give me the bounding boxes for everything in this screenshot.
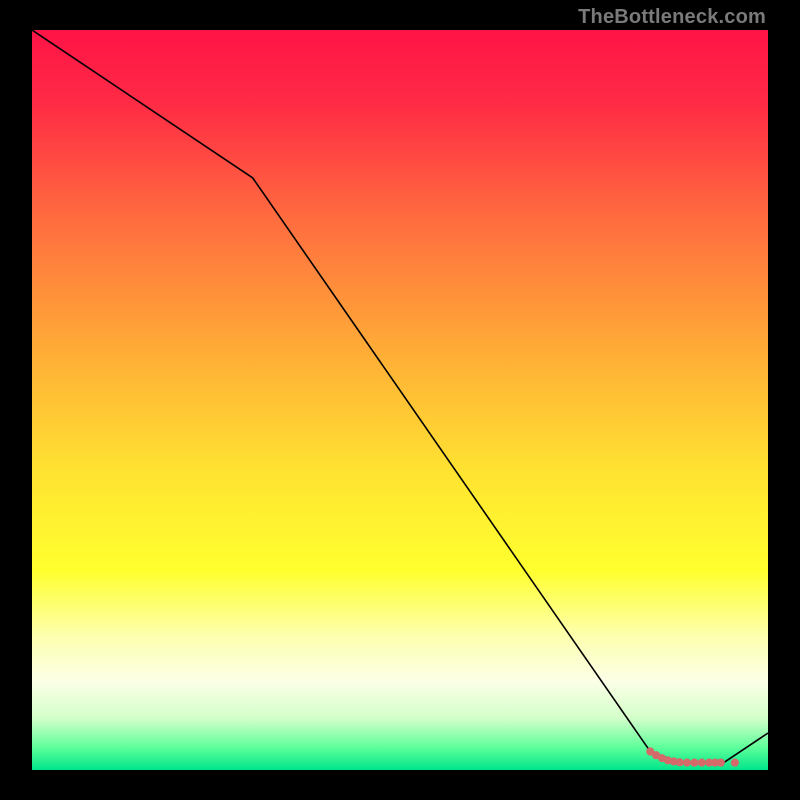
marker-dot	[676, 758, 684, 766]
marker-dot	[690, 759, 698, 767]
attribution-text: TheBottleneck.com	[578, 6, 766, 29]
outer-frame: TheBottleneck.com	[0, 0, 800, 800]
plot-area	[32, 30, 768, 770]
marker-dot	[698, 759, 706, 767]
marker-dot	[717, 759, 725, 767]
markers-group	[646, 747, 739, 766]
marker-dot	[731, 759, 739, 767]
marker-dot	[683, 759, 691, 767]
chart-overlay	[32, 30, 768, 770]
series-line	[32, 30, 768, 763]
